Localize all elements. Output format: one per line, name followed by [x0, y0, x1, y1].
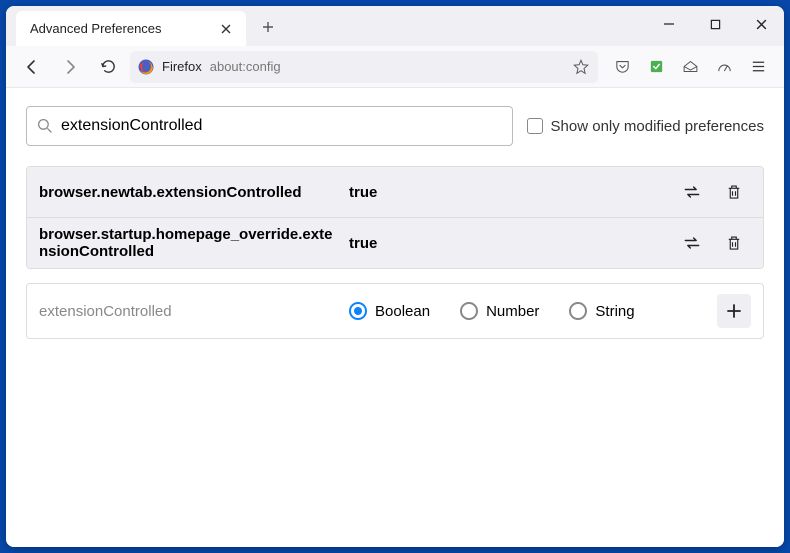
pref-name: browser.newtab.extensionControlled [39, 184, 349, 201]
type-radios: Boolean Number String [349, 302, 717, 320]
pref-actions [675, 226, 751, 260]
maximize-button[interactable] [692, 6, 738, 42]
toolbar-icons [606, 51, 774, 83]
show-modified-checkbox[interactable]: Show only modified preferences [527, 118, 764, 135]
radio-icon [569, 302, 587, 320]
radio-icon [349, 302, 367, 320]
preferences-table: browser.newtab.extensionControlled true … [26, 166, 764, 269]
window: Advanced Preferences Firefox about:confi… [6, 6, 784, 547]
show-modified-label: Show only modified preferences [551, 118, 764, 135]
new-tab-button[interactable] [252, 11, 284, 43]
pref-row[interactable]: browser.startup.homepage_override.extens… [27, 217, 763, 268]
search-icon [37, 118, 53, 134]
nav-toolbar: Firefox about:config [6, 46, 784, 88]
add-button[interactable] [717, 294, 751, 328]
address-bar[interactable]: Firefox about:config [130, 51, 598, 83]
radio-string[interactable]: String [569, 302, 634, 320]
forward-button[interactable] [54, 51, 86, 83]
new-pref-name: extensionControlled [39, 303, 349, 320]
mail-icon[interactable] [674, 51, 706, 83]
titlebar: Advanced Preferences [6, 6, 784, 46]
menu-icon[interactable] [742, 51, 774, 83]
pref-name: browser.startup.homepage_override.extens… [39, 226, 349, 260]
tab-title: Advanced Preferences [30, 21, 206, 36]
pref-actions [675, 175, 751, 209]
url-text: about:config [210, 59, 564, 74]
identity-label: Firefox [162, 59, 202, 74]
extension-icon[interactable] [640, 51, 672, 83]
radio-icon [460, 302, 478, 320]
dashboard-icon[interactable] [708, 51, 740, 83]
window-controls [646, 6, 784, 42]
reload-button[interactable] [92, 51, 124, 83]
pocket-icon[interactable] [606, 51, 638, 83]
page-content: Show only modified preferences browser.n… [6, 88, 784, 547]
search-box[interactable] [26, 106, 513, 146]
tab-active[interactable]: Advanced Preferences [16, 11, 246, 46]
close-icon[interactable] [216, 19, 236, 39]
search-input[interactable] [61, 117, 502, 135]
radio-boolean[interactable]: Boolean [349, 302, 430, 320]
toggle-button[interactable] [675, 226, 709, 260]
minimize-button[interactable] [646, 6, 692, 42]
back-button[interactable] [16, 51, 48, 83]
new-pref-row: extensionControlled Boolean Number Strin… [26, 283, 764, 339]
pref-value: true [349, 184, 675, 201]
firefox-icon [138, 59, 154, 75]
checkbox-icon[interactable] [527, 118, 543, 134]
delete-button[interactable] [717, 226, 751, 260]
search-row: Show only modified preferences [26, 106, 764, 146]
star-icon[interactable] [572, 58, 590, 76]
toggle-button[interactable] [675, 175, 709, 209]
delete-button[interactable] [717, 175, 751, 209]
pref-row[interactable]: browser.newtab.extensionControlled true [27, 167, 763, 217]
radio-number[interactable]: Number [460, 302, 539, 320]
pref-value: true [349, 235, 675, 252]
close-window-button[interactable] [738, 6, 784, 42]
